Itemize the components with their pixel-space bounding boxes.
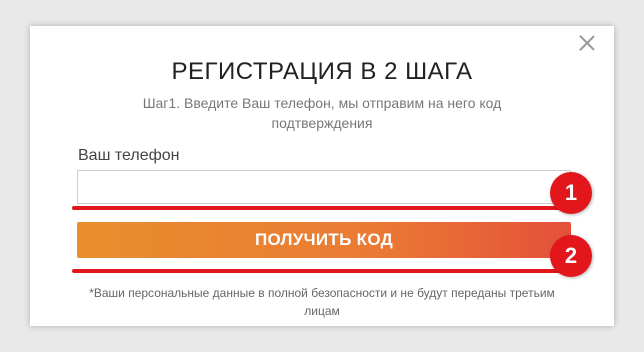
registration-modal: РЕГИСТРАЦИЯ В 2 ШАГА Шаг1. Введите Ваш т… (30, 26, 614, 326)
annotation-underline-1 (72, 206, 566, 210)
annotation-badge-2: 2 (550, 235, 592, 277)
phone-label: Ваш телефон (78, 147, 180, 164)
phone-input[interactable] (77, 170, 571, 204)
modal-subtitle: Шаг1. Введите Ваш телефон, мы отправим н… (142, 95, 502, 131)
get-code-button[interactable]: ПОЛУЧИТЬ КОД (77, 222, 571, 258)
annotation-underline-2 (72, 269, 566, 273)
annotation-badge-1: 1 (550, 172, 592, 214)
privacy-note: *Ваши персональные данные в полной безоп… (89, 286, 555, 318)
modal-title: РЕГИСТРАЦИЯ В 2 ШАГА (171, 58, 473, 85)
close-icon[interactable] (578, 34, 596, 52)
